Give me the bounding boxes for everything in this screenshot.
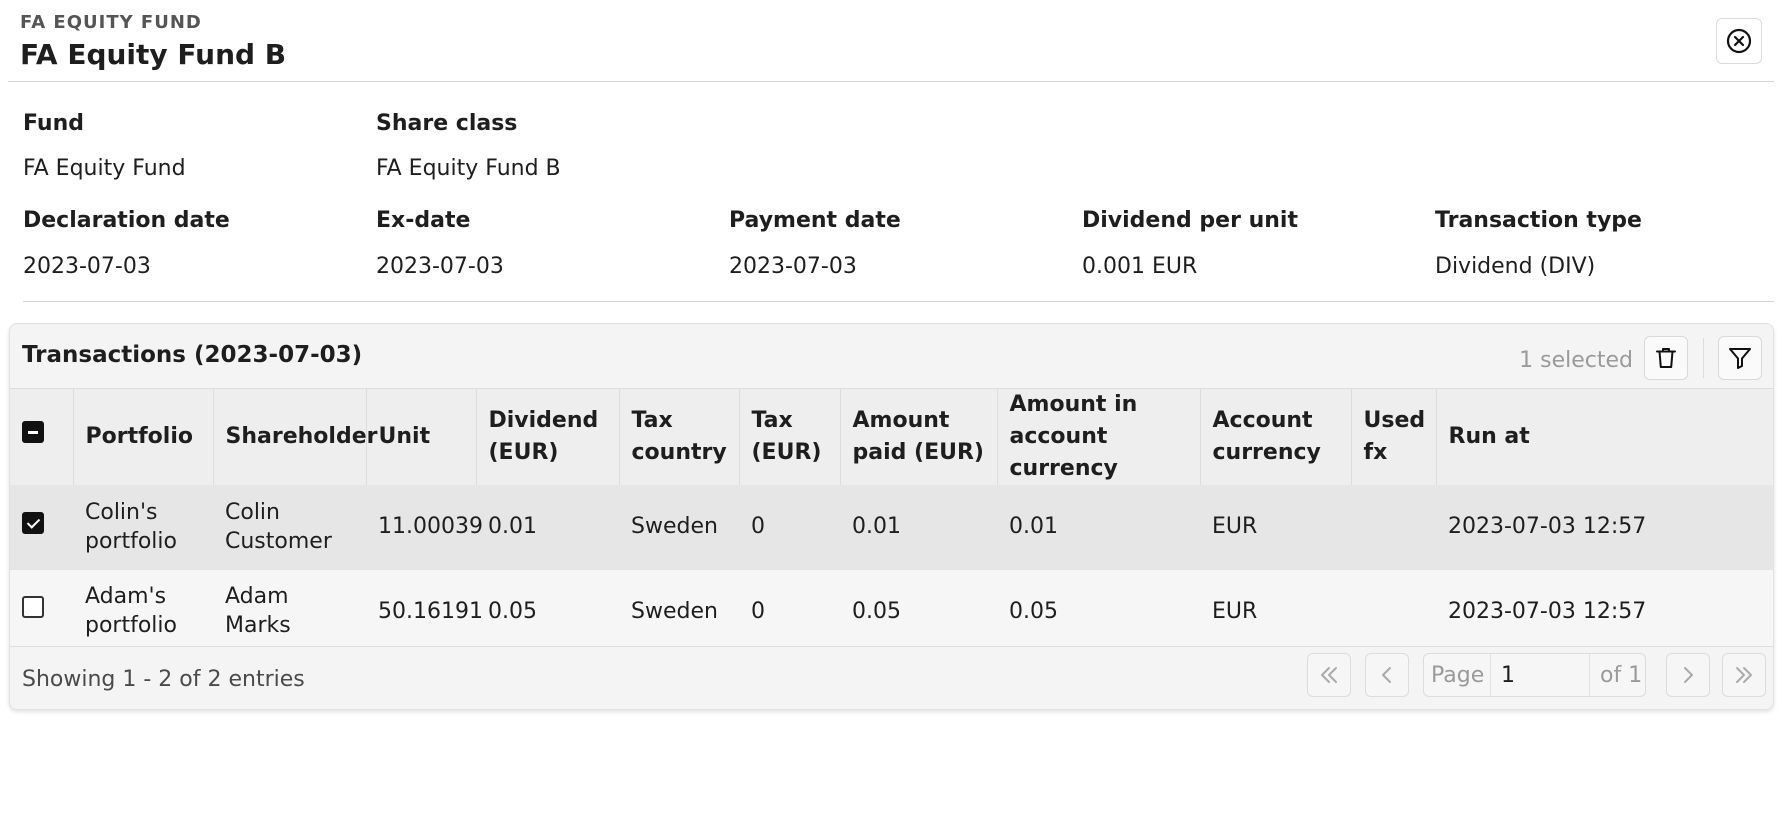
table-footer: Showing 1 - 2 of 2 entries Page of 1 bbox=[10, 646, 1773, 709]
column-header-shareholder[interactable]: Shareholder bbox=[213, 388, 377, 485]
transactions-title: Transactions (2023-07-03) bbox=[22, 342, 363, 368]
transactions-table: Portfolio Shareholder Unit Dividend (EUR… bbox=[10, 388, 1773, 653]
column-header-account-currency[interactable]: Account currency bbox=[1200, 388, 1352, 485]
next-page-button[interactable] bbox=[1666, 653, 1710, 697]
cell-run-at: 2023-07-03 12:57 bbox=[1448, 598, 1647, 624]
cell-used-fx bbox=[1351, 569, 1436, 653]
cell-unit: 11.00039 bbox=[378, 514, 483, 540]
table-row[interactable]: Colin's portfolio Colin Customer 11.0003… bbox=[10, 485, 1773, 569]
cell-tax: 0 bbox=[751, 598, 765, 624]
first-page-button[interactable] bbox=[1307, 653, 1351, 697]
column-header-portfolio[interactable]: Portfolio bbox=[73, 388, 214, 485]
payment-date-label: Payment date bbox=[729, 208, 901, 233]
page-selector: Page of 1 bbox=[1423, 653, 1646, 697]
fund-label: Fund bbox=[23, 111, 85, 136]
column-header-tax-country[interactable]: Tax country bbox=[619, 388, 740, 485]
cell-tax-country: Sweden bbox=[631, 598, 718, 624]
transactions-panel: Transactions (2023-07-03) 1 selected Por… bbox=[9, 323, 1774, 710]
cell-account-currency: EUR bbox=[1212, 514, 1258, 540]
share-class-value: FA Equity Fund B bbox=[376, 156, 561, 181]
entries-summary: Showing 1 - 2 of 2 entries bbox=[22, 667, 305, 692]
row-checkbox[interactable] bbox=[22, 596, 44, 619]
column-header-tax[interactable]: Tax (EUR) bbox=[739, 388, 841, 485]
chevron-right-icon bbox=[1684, 667, 1693, 683]
details-divider bbox=[23, 301, 1774, 302]
ex-date-label: Ex-date bbox=[376, 208, 471, 233]
delete-button[interactable] bbox=[1644, 336, 1688, 380]
cell-run-at: 2023-07-03 12:57 bbox=[1448, 514, 1647, 540]
double-chevron-left-icon bbox=[1321, 667, 1337, 683]
row-select-cell[interactable] bbox=[10, 569, 73, 653]
fund-overline: FA EQUITY FUND bbox=[20, 12, 202, 33]
cell-amount-account-currency: 0.01 bbox=[1009, 514, 1058, 540]
declaration-date-value: 2023-07-03 bbox=[23, 254, 151, 279]
column-header-dividend[interactable]: Dividend (EUR) bbox=[476, 388, 620, 485]
transaction-type-value: Dividend (DIV) bbox=[1435, 254, 1596, 279]
column-header-run-at[interactable]: Run at bbox=[1436, 388, 1773, 485]
trash-icon bbox=[1656, 348, 1676, 368]
cell-shareholder: Adam Marks bbox=[225, 584, 291, 639]
close-circle-icon bbox=[1726, 28, 1752, 54]
cell-portfolio: Colin's portfolio bbox=[85, 499, 177, 554]
previous-page-button[interactable] bbox=[1365, 653, 1409, 697]
close-button[interactable] bbox=[1716, 18, 1762, 64]
dialog-header: FA EQUITY FUND FA Equity Fund B bbox=[8, 0, 1774, 82]
page-title: FA Equity Fund B bbox=[20, 38, 287, 71]
filter-icon bbox=[1729, 348, 1751, 369]
column-header-used-fx[interactable]: Used fx bbox=[1351, 388, 1437, 485]
select-all-checkbox[interactable] bbox=[22, 421, 44, 443]
selected-count: 1 selected bbox=[1519, 348, 1633, 373]
row-checkbox[interactable] bbox=[22, 511, 44, 534]
chevron-left-icon bbox=[1382, 667, 1391, 683]
row-select-cell[interactable] bbox=[10, 485, 73, 569]
cell-dividend: 0.05 bbox=[488, 598, 537, 624]
cell-shareholder: Colin Customer bbox=[225, 499, 332, 554]
last-page-button[interactable] bbox=[1722, 653, 1766, 697]
cell-amount-paid: 0.05 bbox=[852, 598, 901, 624]
column-header-amount-account-currency[interactable]: Amount in account currency bbox=[997, 388, 1201, 485]
cell-tax: 0 bbox=[751, 514, 765, 540]
dividend-per-unit-label: Dividend per unit bbox=[1082, 208, 1298, 233]
declaration-date-label: Declaration date bbox=[23, 208, 230, 233]
cell-tax-country: Sweden bbox=[631, 514, 718, 540]
cell-dividend: 0.01 bbox=[488, 514, 537, 540]
cell-amount-paid: 0.01 bbox=[852, 514, 901, 540]
transaction-type-label: Transaction type bbox=[1435, 208, 1642, 233]
payment-date-value: 2023-07-03 bbox=[729, 254, 857, 279]
table-header-row: Portfolio Shareholder Unit Dividend (EUR… bbox=[10, 388, 1773, 485]
select-all-cell[interactable] bbox=[10, 388, 74, 485]
cell-unit: 50.16191 bbox=[378, 598, 483, 624]
table-row[interactable]: Adam's portfolio Adam Marks 50.16191 0.0… bbox=[10, 569, 1773, 653]
column-header-unit[interactable]: Unit bbox=[366, 388, 477, 485]
page-label: Page bbox=[1431, 663, 1485, 688]
share-class-label: Share class bbox=[376, 111, 518, 136]
filter-button[interactable] bbox=[1718, 336, 1762, 380]
ex-date-value: 2023-07-03 bbox=[376, 254, 504, 279]
double-chevron-right-icon bbox=[1736, 667, 1752, 683]
page-number-input[interactable] bbox=[1490, 654, 1590, 696]
column-header-amount-paid[interactable]: Amount paid (EUR) bbox=[840, 388, 998, 485]
fund-value: FA Equity Fund bbox=[23, 156, 186, 181]
page-total: of 1 bbox=[1600, 663, 1643, 688]
toolbar-separator bbox=[1703, 338, 1704, 378]
cell-portfolio: Adam's portfolio bbox=[85, 584, 177, 639]
cell-account-currency: EUR bbox=[1212, 598, 1258, 624]
cell-amount-account-currency: 0.05 bbox=[1009, 598, 1058, 624]
dividend-per-unit-value: 0.001 EUR bbox=[1082, 254, 1198, 279]
cell-used-fx bbox=[1351, 485, 1436, 569]
